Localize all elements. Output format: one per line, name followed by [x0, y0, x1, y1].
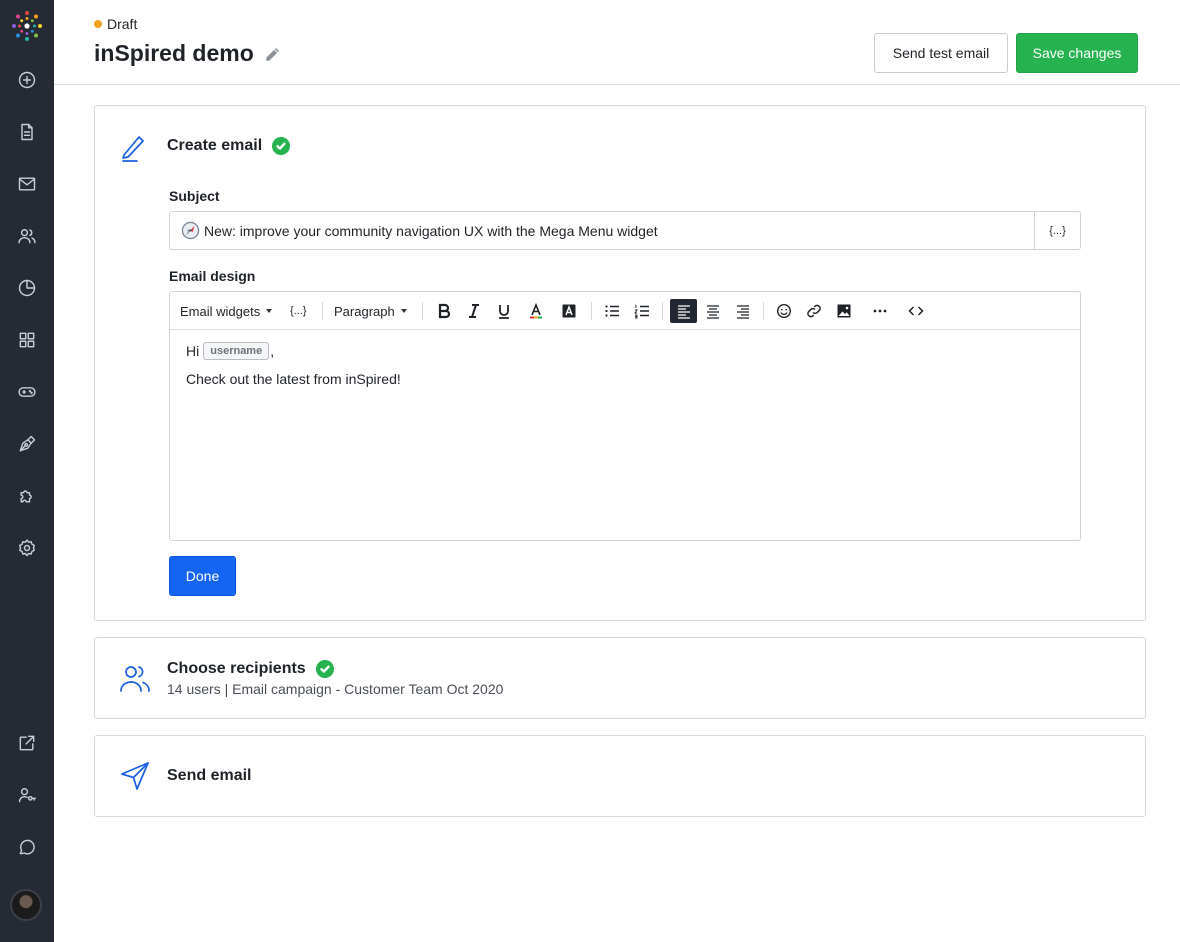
grid-icon[interactable] [14, 327, 40, 353]
save-changes-button[interactable]: Save changes [1016, 33, 1138, 73]
plus-circle-icon[interactable] [14, 67, 40, 93]
user-key-icon[interactable] [14, 782, 40, 808]
email-widgets-dropdown[interactable]: Email widgets [180, 299, 273, 323]
toolbar-divider [422, 302, 423, 320]
check-circle-icon [272, 137, 291, 155]
greeting-comma: , [270, 343, 275, 359]
subject-label: Subject [169, 188, 220, 204]
recipients-summary: 14 users | Email campaign - Customer Tea… [167, 681, 504, 697]
choose-recipients-card[interactable]: Choose recipients 14 users | Email campa… [94, 637, 1146, 719]
send-email-card[interactable]: Send email [94, 735, 1146, 817]
page-title: inSpired demo [94, 40, 282, 67]
pencil-icon [119, 131, 151, 163]
paper-plane-icon [119, 760, 151, 792]
send-test-email-button[interactable]: Send test email [874, 33, 1008, 73]
align-right-icon[interactable] [731, 299, 755, 323]
toolbar-divider [662, 302, 663, 320]
mail-icon[interactable] [14, 171, 40, 197]
editor-line: Check out the latest from inSpired! [186, 368, 401, 390]
document-icon[interactable] [14, 119, 40, 145]
editor-toolbar: Email widgets {...} Paragraph [170, 292, 1080, 330]
puzzle-icon[interactable] [14, 483, 40, 509]
check-circle-icon [315, 660, 334, 678]
create-email-title-text: Create email [167, 137, 263, 154]
greeting-text: Hi [186, 343, 200, 359]
users-icon [119, 662, 151, 694]
email-design-editor: Email widgets {...} Paragraph Hi usernam… [169, 291, 1081, 541]
toolbar-divider [322, 302, 323, 320]
status-label: Draft [107, 16, 138, 32]
toolbar-divider [763, 302, 764, 320]
highlight-color-icon[interactable] [557, 299, 581, 323]
bullet-list-icon[interactable] [600, 299, 624, 323]
create-email-card: Create email Subject {...} Email design … [94, 105, 1146, 621]
paragraph-label: Paragraph [334, 303, 395, 319]
page-header: Draft inSpired demo Send test email Save… [54, 0, 1180, 85]
subject-input[interactable] [170, 212, 1034, 249]
gamepad-icon[interactable] [14, 379, 40, 405]
status-dot-icon [94, 20, 102, 28]
chat-icon[interactable] [14, 834, 40, 860]
emoji-icon[interactable] [772, 299, 796, 323]
align-left-icon[interactable] [670, 299, 697, 323]
underline-icon[interactable] [492, 299, 516, 323]
source-code-icon[interactable] [904, 299, 928, 323]
external-link-icon[interactable] [14, 730, 40, 756]
numbered-list-icon[interactable] [630, 299, 654, 323]
editor-line: Hi username , [186, 340, 401, 362]
pencil-edit-icon[interactable] [264, 45, 282, 63]
more-options-icon[interactable] [868, 299, 892, 323]
bold-icon[interactable] [432, 299, 456, 323]
link-icon[interactable] [802, 299, 826, 323]
choose-recipients-title: Choose recipients [167, 660, 334, 678]
subject-variable-button[interactable]: {...} [1034, 212, 1080, 249]
email-design-label: Email design [169, 268, 256, 284]
users-icon[interactable] [14, 223, 40, 249]
paragraph-dropdown[interactable]: Paragraph [334, 299, 407, 323]
page-title-text: inSpired demo [94, 40, 254, 66]
send-email-title-text: Send email [167, 767, 252, 784]
toolbar-divider [591, 302, 592, 320]
editor-content[interactable]: Hi username , Check out the latest from … [186, 340, 401, 396]
gear-icon[interactable] [14, 535, 40, 561]
caret-down-icon [400, 309, 407, 313]
pie-chart-icon[interactable] [14, 275, 40, 301]
image-icon[interactable] [832, 299, 856, 323]
create-email-title: Create email [167, 137, 291, 155]
email-widgets-label: Email widgets [180, 303, 261, 319]
caret-down-icon [266, 309, 273, 313]
compass-icon [181, 221, 200, 240]
italic-icon[interactable] [462, 299, 486, 323]
variables-button[interactable]: {...} [290, 299, 307, 323]
sidebar [0, 0, 54, 942]
pen-tool-icon[interactable] [14, 431, 40, 457]
send-email-title: Send email [167, 767, 251, 785]
status-badge: Draft [94, 16, 137, 32]
avatar[interactable] [10, 889, 42, 921]
text-color-icon[interactable] [524, 299, 548, 323]
subject-field: {...} [169, 211, 1081, 250]
align-center-icon[interactable] [701, 299, 725, 323]
body-text: Check out the latest from inSpired! [186, 371, 401, 387]
choose-recipients-title-text: Choose recipients [167, 660, 306, 677]
done-button[interactable]: Done [169, 556, 236, 596]
app-logo-icon[interactable] [10, 9, 44, 43]
username-variable-tag[interactable]: username [203, 342, 270, 360]
